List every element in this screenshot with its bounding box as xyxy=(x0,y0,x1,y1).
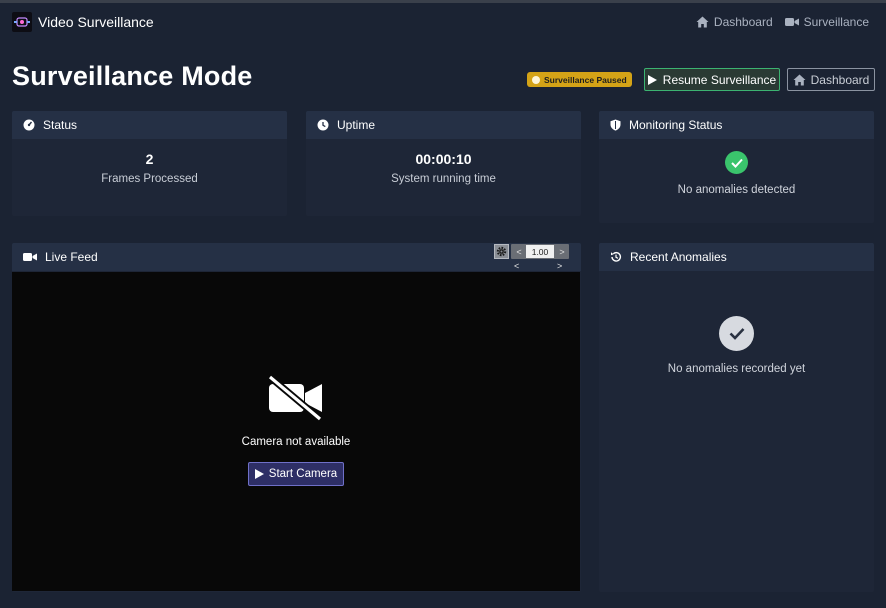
playback-controls: < 1.00 > < > xyxy=(494,244,570,274)
start-camera-button[interactable]: Start Camera xyxy=(248,462,344,486)
dashboard-button[interactable]: Dashboard xyxy=(787,68,875,91)
nav-links: Dashboard Surveillance xyxy=(684,15,869,29)
shield-icon xyxy=(610,119,621,131)
card-header: Status xyxy=(12,111,287,139)
clock-icon xyxy=(317,119,329,131)
check-circle-icon xyxy=(725,151,748,174)
card-header: Monitoring Status xyxy=(599,111,874,139)
gauge-icon xyxy=(23,119,35,131)
resume-button-label: Resume Surveillance xyxy=(662,72,777,87)
live-feed-card: Live Feed < 1.00 > < > Camera not availa… xyxy=(12,243,581,592)
speed-value-input[interactable]: 1.00 xyxy=(526,245,554,258)
video-camera-icon xyxy=(784,18,799,26)
recent-anomalies-card: Recent Anomalies No anomalies recorded y… xyxy=(599,243,874,592)
play-icon xyxy=(647,74,657,85)
page-title: Surveillance Mode xyxy=(12,61,253,91)
nav-link-label: Dashboard xyxy=(713,15,773,29)
uptime-card: Uptime 00:00:10 System running time xyxy=(306,111,581,216)
dashboard-button-label: Dashboard xyxy=(810,72,870,87)
badge-dot-icon xyxy=(532,75,540,84)
gear-icon xyxy=(496,246,507,257)
uptime-value: 00:00:10 xyxy=(415,151,472,167)
resume-surveillance-button[interactable]: Resume Surveillance xyxy=(644,68,780,91)
video-camera-slash-icon xyxy=(266,374,326,426)
brand[interactable]: Video Surveillance xyxy=(12,12,154,32)
prev-label: < xyxy=(514,261,520,271)
card-title: Live Feed xyxy=(45,250,98,264)
nav-link-label: Surveillance xyxy=(803,15,869,29)
frames-processed-value: 2 xyxy=(145,151,154,167)
video-feed-area: Camera not available Start Camera xyxy=(12,272,580,591)
card-header: Recent Anomalies xyxy=(599,243,874,271)
settings-button[interactable] xyxy=(494,244,509,259)
frames-processed-label: Frames Processed xyxy=(101,173,198,185)
card-title: Uptime xyxy=(337,118,376,132)
camera-status-message: Camera not available xyxy=(241,436,351,448)
status-badge-label: Surveillance Paused xyxy=(544,74,627,85)
next-label: > xyxy=(557,261,563,271)
uptime-label: System running time xyxy=(391,173,496,185)
nav-link-surveillance[interactable]: Surveillance xyxy=(784,15,869,29)
nav-link-dashboard[interactable]: Dashboard xyxy=(696,15,773,29)
play-icon xyxy=(254,469,264,479)
card-title: Status xyxy=(43,118,78,132)
card-header: Uptime xyxy=(306,111,581,139)
card-title: Monitoring Status xyxy=(629,118,723,132)
speed-increase-button[interactable]: > xyxy=(556,244,568,259)
start-camera-label: Start Camera xyxy=(268,468,338,480)
anomalies-message: No anomalies recorded yet xyxy=(667,363,806,375)
speed-control: < 1.00 > xyxy=(511,244,569,259)
monitoring-status-card: Monitoring Status No anomalies detected xyxy=(599,111,874,223)
monitoring-message: No anomalies detected xyxy=(677,184,796,196)
app-title: Video Surveillance xyxy=(38,14,154,30)
navbar: Video Surveillance Dashboard Surveillanc… xyxy=(0,3,886,43)
check-circle-icon xyxy=(719,316,754,351)
video-camera-icon xyxy=(23,253,37,261)
app-logo xyxy=(12,12,32,32)
history-icon xyxy=(611,251,622,262)
home-icon xyxy=(793,74,806,85)
status-card: Status 2 Frames Processed xyxy=(12,111,287,216)
speed-decrease-button[interactable]: < xyxy=(513,244,525,259)
home-icon xyxy=(696,16,709,28)
card-title: Recent Anomalies xyxy=(630,250,727,264)
status-badge: Surveillance Paused xyxy=(527,72,632,87)
